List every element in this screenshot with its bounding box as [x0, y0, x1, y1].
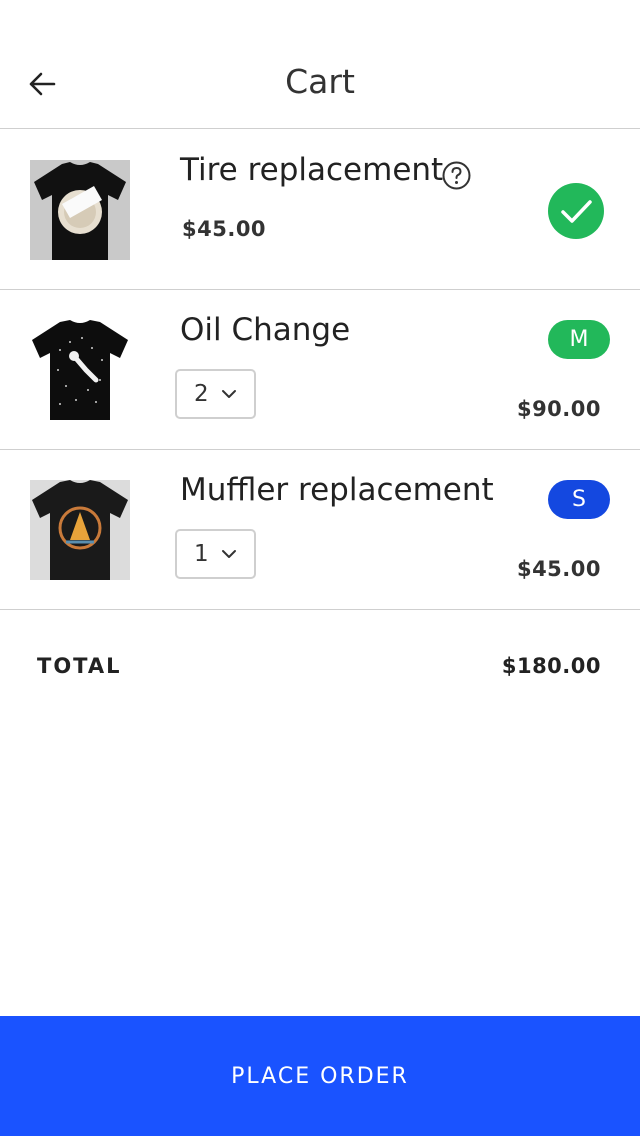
item-name: Tire replacement: [180, 152, 444, 188]
total-label: TOTAL: [37, 654, 122, 678]
item-name: Muffler replacement: [180, 472, 494, 508]
quantity-select[interactable]: 1: [175, 529, 256, 579]
quantity-value: 1: [194, 541, 209, 567]
app-header: Cart: [0, 0, 640, 129]
place-order-button[interactable]: PLACE ORDER: [0, 1016, 640, 1136]
cart-item[interactable]: Muffler replacement 1 S $45.00: [0, 450, 640, 610]
item-price: $90.00: [516, 397, 601, 421]
item-name: Oil Change: [180, 312, 351, 348]
chevron-down-icon: [222, 390, 236, 398]
chevron-down-icon: [222, 550, 236, 558]
size-badge[interactable]: M: [548, 320, 610, 359]
item-price: $45.00: [182, 217, 267, 241]
page-title: Cart: [285, 62, 355, 101]
product-image: [30, 480, 130, 580]
size-badge[interactable]: S: [548, 480, 610, 519]
product-image: [30, 160, 130, 260]
cart-item[interactable]: Oil Change 2 M $90.00: [0, 290, 640, 450]
item-price: $45.00: [516, 557, 601, 581]
product-image: [30, 320, 130, 420]
total-row: TOTAL $180.00: [0, 640, 640, 696]
check-circle-icon[interactable]: [548, 183, 604, 239]
quantity-select[interactable]: 2: [175, 369, 256, 419]
cart-item[interactable]: Tire replacement $45.00: [0, 130, 640, 290]
question-circle-icon[interactable]: [441, 160, 472, 191]
total-value: $180.00: [501, 654, 601, 678]
quantity-value: 2: [194, 381, 209, 407]
